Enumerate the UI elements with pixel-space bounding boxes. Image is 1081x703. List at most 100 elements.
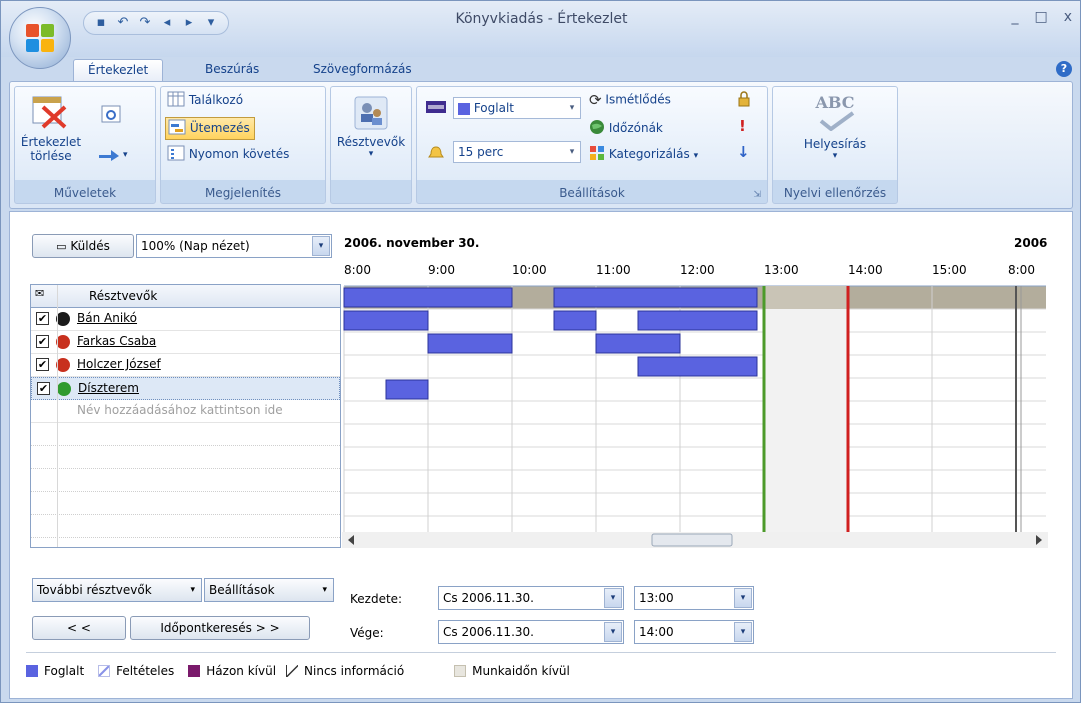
attendee-row[interactable]: ✔ Farkas Csaba <box>31 331 340 354</box>
end-time-input[interactable]: 14:00 ▾ <box>634 620 754 644</box>
start-date-input[interactable]: Cs 2006.11.30. ▾ <box>438 586 624 610</box>
low-importance-icon[interactable]: ↓ <box>737 143 750 161</box>
zoom-value: 100% (Nap nézet) <box>141 239 250 253</box>
lock-icon[interactable] <box>737 91 751 110</box>
categorize-button[interactable]: Kategorizálás ▾ <box>589 145 698 164</box>
delete-label-2: törlése <box>30 149 72 163</box>
up-arrow-icon[interactable]: ◂ <box>158 15 176 31</box>
office-logo-icon <box>26 24 54 52</box>
send-button[interactable]: ▭ Küldés <box>32 234 134 258</box>
down-arrow-icon[interactable]: ▸ <box>180 15 198 31</box>
start-time-value: 13:00 <box>639 591 674 605</box>
ribbon-tabs: Értekezlet Beszúrás Szövegformázás <box>1 59 1080 81</box>
help-icon[interactable]: ? <box>1056 61 1072 77</box>
svg-text:▾: ▾ <box>123 150 128 160</box>
recurrence-button[interactable]: ⟳ Ismétlődés <box>589 91 671 109</box>
add-attendee-placeholder: Név hozzáadásához kattintson ide <box>77 403 283 417</box>
attendees-button[interactable]: Résztvevők ▾ <box>335 93 407 163</box>
tracking-button[interactable]: Nyomon követés <box>167 145 289 164</box>
attendee-name[interactable]: Díszterem <box>78 381 139 395</box>
calendar-view-icon[interactable] <box>101 105 121 126</box>
delete-meeting-button[interactable]: Értekezlet törlése <box>20 95 82 163</box>
attendee-row[interactable]: ✔ Bán Anikó <box>31 308 340 331</box>
end-date-input[interactable]: Cs 2006.11.30. ▾ <box>438 620 624 644</box>
schedule-grid: 2006. november 30. 2006 8:00 9:00 10:00 11:… <box>342 234 1048 550</box>
spelling-button[interactable]: ABC Helyesírás ▾ <box>787 93 883 165</box>
attendees-dropdown-icon: ▾ <box>368 149 374 159</box>
group-muveletek: Értekezlet törlése ▾ Műveletek <box>14 86 156 204</box>
send-icon: ▭ <box>56 240 67 253</box>
empty-attendee-row[interactable] <box>31 446 340 469</box>
chevron-down-icon: ▾ <box>569 103 575 113</box>
dialog-launcher-icon[interactable]: ⇲ <box>753 190 761 200</box>
tab-beszuras[interactable]: Beszúrás <box>205 59 259 81</box>
attendee-type-icon <box>56 358 70 372</box>
tab-ertekezlet[interactable]: Értekezlet <box>73 59 164 81</box>
high-importance-icon[interactable]: ! <box>739 117 746 135</box>
office-button[interactable] <box>9 7 71 69</box>
attendee-name[interactable]: Bán Anikó <box>77 311 137 325</box>
options-button[interactable]: Beállítások ▾ <box>204 578 334 602</box>
more-attendees-label: További résztvevők <box>37 583 152 597</box>
legend-offhours-swatch <box>454 665 467 677</box>
checkmark-icon <box>819 111 855 131</box>
busy-block <box>343 310 429 331</box>
legend-oof-swatch <box>188 665 201 677</box>
delete-label-1: Értekezlet <box>20 135 82 149</box>
meeting-window: Könyvkiadás - Értekezlet _ □ x ▪ ↶ ↷ ◂ ▸… <box>0 0 1081 703</box>
tab-szovegformazas[interactable]: Szövegformázás <box>313 59 412 81</box>
timezones-button[interactable]: Időzónák <box>589 119 663 138</box>
attendee-checkbox[interactable]: ✔ <box>36 358 49 371</box>
attendee-row[interactable]: ✔ Holczer József <box>31 354 340 377</box>
chevron-down-icon: ▾ <box>832 151 838 161</box>
add-attendee-row[interactable]: Név hozzáadásához kattintson ide <box>31 400 340 423</box>
maximize-button[interactable]: □ <box>1034 9 1047 25</box>
group-label-beallitasok: Beállítások <box>559 186 625 200</box>
legend: Foglalt Feltételes Házon kívül Nincs inf… <box>26 664 570 678</box>
show-as-select[interactable]: Foglalt ▾ <box>453 97 581 119</box>
schedule-svg[interactable]: 8:00 9:00 10:00 11:00 12:00 13:00 14:00 15:00 8:… <box>342 234 1048 550</box>
minimize-button[interactable]: _ <box>1011 9 1018 25</box>
hour-label: 15:00 <box>932 263 967 277</box>
attendee-list: ✉ Résztvevők ✔ Bán Anikó ✔ Farkas Csaba ✔ Hol… <box>30 284 341 548</box>
start-time-input[interactable]: 13:00 ▾ <box>634 586 754 610</box>
attendee-header-label: Résztvevők <box>89 289 158 303</box>
attendee-name[interactable]: Holczer József <box>77 357 161 371</box>
hour-label: 13:00 <box>764 263 799 277</box>
categorize-icon <box>589 145 605 164</box>
empty-attendee-row[interactable] <box>31 492 340 515</box>
show-as-value: Foglalt <box>473 101 514 115</box>
hour-label: 8:00 <box>344 263 371 277</box>
attendee-row[interactable]: ✔ Díszterem <box>31 377 340 400</box>
empty-attendee-row[interactable] <box>31 469 340 492</box>
back-button[interactable]: < < <box>32 616 126 640</box>
reminder-select[interactable]: 15 perc ▾ <box>453 141 581 163</box>
chevron-down-icon: ▾ <box>734 588 752 608</box>
redo-icon[interactable]: ↷ <box>136 15 154 31</box>
empty-attendee-row[interactable] <box>31 423 340 446</box>
attendee-checkbox[interactable]: ✔ <box>36 335 49 348</box>
hour-label: 14:00 <box>848 263 883 277</box>
legend-busy: Foglalt <box>44 664 85 678</box>
appointment-button[interactable]: Találkozó <box>167 91 243 110</box>
busy-block <box>637 310 758 331</box>
autopick-button[interactable]: Időpontkeresés > > <box>130 616 310 640</box>
attendee-name[interactable]: Farkas Csaba <box>77 334 156 348</box>
more-attendees-button[interactable]: További résztvevők ▾ <box>32 578 202 602</box>
save-icon[interactable]: ▪ <box>92 15 110 31</box>
recurrence-label: Ismétlődés <box>605 92 671 107</box>
scheduling-label: Ütemezés <box>189 121 250 135</box>
customize-qat-icon[interactable]: ▾ <box>202 15 220 31</box>
window-buttons: _ □ x <box>1011 9 1072 25</box>
scheduling-icon <box>168 119 186 138</box>
close-button[interactable]: x <box>1064 9 1072 25</box>
attendee-checkbox[interactable]: ✔ <box>37 382 50 395</box>
zoom-select[interactable]: 100% (Nap nézet) ▾ <box>136 234 332 258</box>
busy-block <box>427 333 513 354</box>
forward-button[interactable]: ▾ <box>97 145 131 164</box>
end-label: Vége: <box>350 626 384 640</box>
scheduling-button[interactable]: Ütemezés <box>165 117 255 140</box>
attendee-checkbox[interactable]: ✔ <box>36 312 49 325</box>
undo-icon[interactable]: ↶ <box>114 15 132 31</box>
empty-attendee-row[interactable] <box>31 515 340 538</box>
